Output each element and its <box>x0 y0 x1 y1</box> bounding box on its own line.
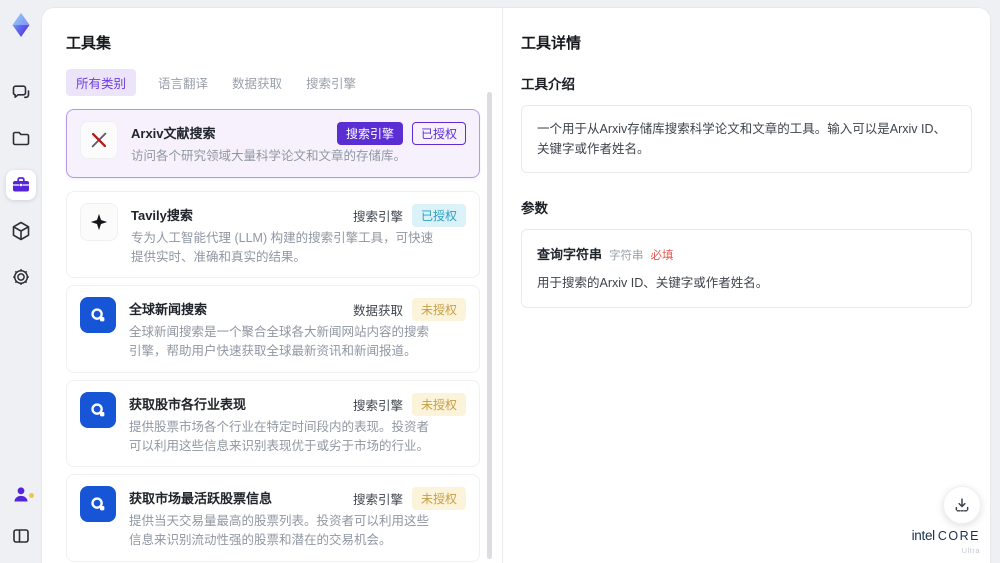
folder-icon <box>10 128 32 150</box>
sidebar-nav <box>6 78 36 292</box>
download-icon <box>952 495 972 515</box>
details-title: 工具详情 <box>521 35 582 52</box>
tool-details-panel: 工具详情 工具介绍 一个用于从Arxiv存储库搜索科学论文和文章的工具。输入可以… <box>502 8 990 563</box>
category-label: 搜索引擎 <box>352 398 403 413</box>
tab-all-categories[interactable]: 所有类别 <box>66 69 137 96</box>
params-heading: 参数 <box>521 201 548 216</box>
arxiv-icon <box>80 121 118 159</box>
category-label: 搜索引擎 <box>352 493 403 508</box>
tool-list-panel: 工具集 所有类别 语言翻译 数据获取 搜索引擎 Arxiv文献搜索 访问各个研究… <box>42 8 502 563</box>
category-badge[interactable]: 搜索引擎 <box>336 122 403 145</box>
auth-status-badge: 未授权 <box>411 487 466 511</box>
stock-sector-icon <box>80 391 116 428</box>
tab-language-translation[interactable]: 语言翻译 <box>156 69 210 96</box>
category-label: 数据获取 <box>352 304 403 319</box>
intel-core-badge: intel CORE Ultra <box>912 528 980 555</box>
param-description: 用于搜索的Arxiv ID、关键字或作者姓名。 <box>537 276 769 290</box>
tool-card-stock-sector[interactable]: 获取股市各行业表现 提供股票市场各个行业在特定时间段内的表现。投资者可以利用这些… <box>66 379 480 468</box>
tool-card-tavily[interactable]: Tavily搜索 专为人工智能代理 (LLM) 构建的搜索引擎工具，可快速提供实… <box>66 190 480 279</box>
sidebar-item-account[interactable] <box>6 479 36 509</box>
sidebar-item-settings[interactable] <box>6 262 36 292</box>
news-search-icon <box>80 297 116 334</box>
core-logo-text: CORE <box>937 528 980 543</box>
toolbox-icon <box>10 174 32 196</box>
param-type: 字符串 <box>609 250 644 262</box>
tool-intro-card: 一个用于从Arxiv存储库搜索科学论文和文章的工具。输入可以是Arxiv ID、… <box>521 105 972 173</box>
tool-card-global-news[interactable]: 全球新闻搜索 全球新闻搜索是一个聚合全球各大新闻网站内容的搜索引擎，帮助用户快速… <box>66 285 480 373</box>
tool-list: Arxiv文献搜索 访问各个研究领域大量科学论文和文章的存储库。 搜索引擎 已授… <box>66 109 480 563</box>
cube-icon <box>10 220 32 242</box>
active-stock-icon <box>80 486 116 523</box>
category-label: 搜索引擎 <box>352 209 403 224</box>
app-logo-icon <box>8 12 34 38</box>
app-root: 工具集 所有类别 语言翻译 数据获取 搜索引擎 Arxiv文献搜索 访问各个研究… <box>0 0 1000 563</box>
tool-description: 提供股票市场各个行业在特定时间段内的表现。投资者可以利用这些信息来识别表现优于或… <box>129 419 430 453</box>
tool-card-arxiv[interactable]: Arxiv文献搜索 访问各个研究领域大量科学论文和文章的存储库。 搜索引擎 已授… <box>66 109 480 178</box>
tool-card-active-stock[interactable]: 获取市场最活跃股票信息 提供当天交易量最高的股票列表。投资者可以利用这些信息来识… <box>66 474 480 562</box>
auth-status-badge: 已授权 <box>411 203 466 227</box>
tool-description: 提供当天交易量最高的股票列表。投资者可以利用这些信息来识别流动性强的股票和潜在的… <box>129 514 430 547</box>
param-name: 查询字符串 <box>537 247 603 262</box>
page-title: 工具集 <box>66 35 112 52</box>
sidebar-item-files[interactable] <box>6 124 36 154</box>
sidebar <box>0 0 42 563</box>
tool-description: 访问各个研究领域大量科学论文和文章的存储库。 <box>131 149 407 163</box>
sidebar-bottom <box>6 479 36 551</box>
intel-logo-text: intel <box>911 527 936 543</box>
tavily-icon <box>80 202 118 241</box>
main-surface: 工具集 所有类别 语言翻译 数据获取 搜索引擎 Arxiv文献搜索 访问各个研究… <box>42 8 990 563</box>
download-button[interactable] <box>943 486 981 524</box>
tab-search-engine[interactable]: 搜索引擎 <box>304 69 358 96</box>
sidebar-item-models[interactable] <box>6 216 36 246</box>
param-required-badge: 必填 <box>650 250 674 262</box>
sidebar-item-chat[interactable] <box>6 78 36 108</box>
notification-dot <box>29 493 34 498</box>
auth-status-badge[interactable]: 已授权 <box>411 122 466 145</box>
sidebar-item-tools[interactable] <box>6 170 36 200</box>
auth-status-badge: 未授权 <box>411 298 466 322</box>
list-scrollbar[interactable] <box>487 92 492 559</box>
tool-intro-text: 一个用于从Arxiv存储库搜索科学论文和文章的工具。输入可以是Arxiv ID、… <box>537 122 947 156</box>
settings-icon <box>10 266 32 288</box>
category-tabs: 所有类别 语言翻译 数据获取 搜索引擎 <box>66 69 480 96</box>
panel-toggle-icon <box>10 525 32 547</box>
tab-data-fetch[interactable]: 数据获取 <box>230 69 284 96</box>
parameter-card: 查询字符串 字符串 必填 用于搜索的Arxiv ID、关键字或作者姓名。 <box>521 229 972 308</box>
auth-status-badge: 未授权 <box>411 392 466 416</box>
chat-icon <box>10 82 32 104</box>
tool-description: 全球新闻搜索是一个聚合全球各大新闻网站内容的搜索引擎，帮助用户快速获取全球最新资… <box>129 325 430 358</box>
tool-description: 专为人工智能代理 (LLM) 构建的搜索引擎工具，可快速提供实时、准确和真实的结… <box>131 230 434 264</box>
intro-heading: 工具介绍 <box>521 77 575 92</box>
ultra-logo-text: Ultra <box>961 545 980 555</box>
sidebar-collapse-button[interactable] <box>6 521 36 551</box>
